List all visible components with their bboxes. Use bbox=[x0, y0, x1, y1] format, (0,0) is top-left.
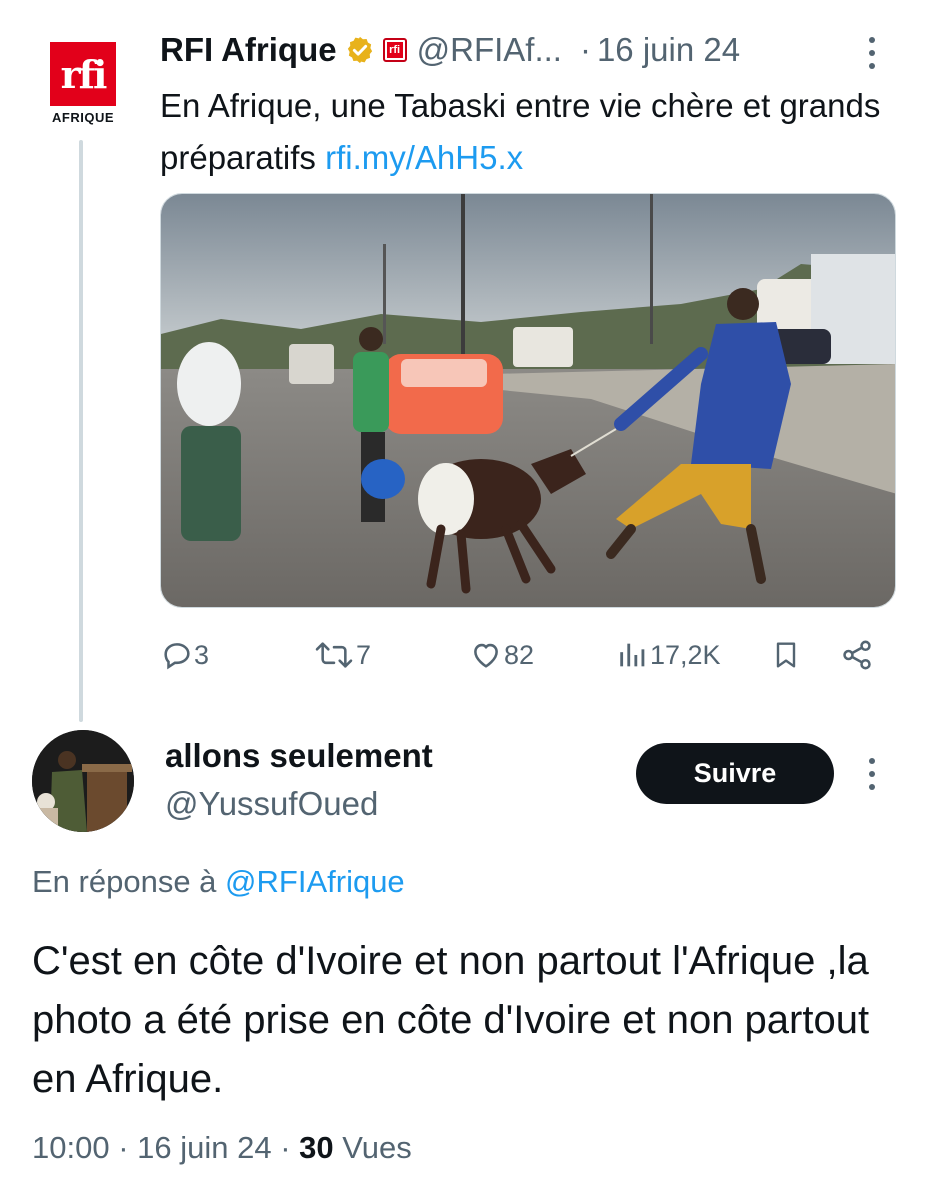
share-icon bbox=[843, 640, 871, 670]
more-icon[interactable] bbox=[862, 37, 882, 69]
retweet-count: 7 bbox=[356, 639, 372, 670]
reply-author-handle[interactable]: @YussufOued bbox=[165, 785, 378, 823]
reply-icon bbox=[164, 643, 190, 670]
reply-views-count: 30 bbox=[299, 1130, 334, 1165]
follow-button[interactable]: Suivre bbox=[636, 743, 834, 804]
retweet-icon bbox=[315, 642, 353, 668]
thread-line bbox=[79, 140, 83, 722]
views-button[interactable]: 17,2K bbox=[616, 630, 721, 680]
reply-date[interactable]: 16 juin 24 bbox=[137, 1130, 271, 1165]
tweet-text: En Afrique, une Tabaski entre vie chère … bbox=[160, 87, 881, 176]
share-button[interactable] bbox=[840, 630, 874, 680]
reply-author-avatar[interactable] bbox=[32, 730, 134, 832]
views-icon bbox=[620, 643, 645, 667]
bookmark-icon bbox=[776, 642, 796, 668]
in-reply-handle-link[interactable]: @RFIAfrique bbox=[225, 864, 405, 899]
tweet-photo[interactable] bbox=[160, 193, 896, 608]
tweet-date[interactable]: 16 juin 24 bbox=[597, 31, 740, 69]
rfi-afrique-avatar[interactable]: rfi AFRIQUE bbox=[48, 42, 118, 126]
like-count: 82 bbox=[504, 639, 535, 670]
separator-dot: · bbox=[579, 31, 591, 68]
verified-badge-icon bbox=[347, 36, 372, 64]
tweet-actions: 3 7 82 17,2K bbox=[160, 630, 880, 680]
reply-count: 3 bbox=[194, 639, 210, 670]
reply-author-name[interactable]: allons seulement bbox=[165, 737, 433, 775]
reply-time[interactable]: 10:00 bbox=[32, 1130, 110, 1165]
reply-meta: 10:00 · 16 juin 24 · 30 Vues bbox=[32, 1130, 412, 1165]
author-handle[interactable]: @RFIAf... bbox=[417, 31, 562, 69]
affiliate-badge-icon: rfi bbox=[382, 38, 407, 62]
tweet-link[interactable]: rfi.my/AhH5.x bbox=[325, 139, 523, 176]
like-icon bbox=[474, 643, 498, 668]
in-reply-to: En réponse à @RFIAfrique bbox=[32, 864, 405, 900]
like-button[interactable]: 82 bbox=[468, 630, 534, 680]
bookmark-button[interactable] bbox=[770, 630, 802, 680]
reply-text: C'est en côte d'Ivoire et non partout l'… bbox=[32, 939, 870, 1101]
author-name[interactable]: RFI Afrique bbox=[160, 31, 337, 69]
retweet-button[interactable]: 7 bbox=[312, 630, 371, 680]
reply-button[interactable]: 3 bbox=[160, 630, 209, 680]
tweet-header: RFI Afrique rfi @RFIAf... · 16 juin 24 bbox=[160, 30, 740, 70]
more-icon[interactable] bbox=[862, 758, 882, 790]
in-reply-prefix: En réponse à bbox=[32, 864, 217, 899]
reply-views-label: Vues bbox=[342, 1130, 412, 1165]
views-count: 17,2K bbox=[650, 639, 721, 670]
